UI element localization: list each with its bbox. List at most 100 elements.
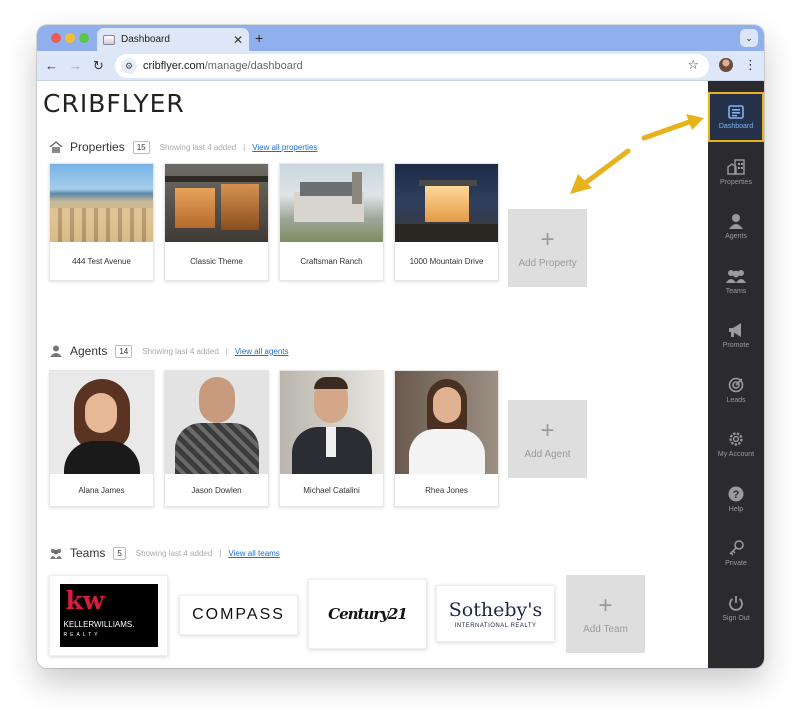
sidebar-item-promote[interactable]: Promote (708, 310, 764, 360)
agent-photo (165, 371, 268, 474)
tab-strip: Dashboard ✕ + ⌄ (37, 25, 764, 51)
properties-count-badge: 15 (132, 140, 150, 154)
gear-icon (729, 431, 743, 446)
sothebys-sub: INTERNATIONAL REALTY (454, 622, 537, 629)
url-domain: cribflyer.com (143, 60, 205, 72)
team-card-century21[interactable]: Century21 (308, 579, 427, 649)
sidebar-item-sign-out[interactable]: Sign Out (708, 583, 764, 633)
view-all-teams-link[interactable]: View all teams (228, 549, 279, 558)
sidebar-item-label: Properties (720, 178, 752, 186)
separator: | (225, 346, 228, 356)
new-tab-button[interactable]: + (255, 30, 263, 46)
agents-header: Agents 14 Showing last 4 added | View al… (49, 343, 289, 359)
agent-card[interactable]: Alana James (49, 370, 154, 507)
add-team-button[interactable]: + Add Team (566, 575, 645, 653)
property-card[interactable]: 444 Test Avenue (49, 163, 154, 281)
add-team-label: Add Team (583, 623, 628, 635)
agent-name: Jason Dowlen (191, 485, 242, 495)
agents-showing-text: Showing last 4 added (142, 346, 219, 356)
tab-close-icon[interactable]: ✕ (233, 33, 243, 47)
minimize-window-button[interactable] (65, 33, 75, 43)
tab-search-icon[interactable]: ⌄ (740, 29, 758, 47)
agent-photo (280, 371, 383, 474)
megaphone-icon (729, 322, 741, 337)
svg-text:?: ? (733, 489, 740, 501)
keller-williams-logo: kw KELLERWILLIAMS. REALTY (59, 584, 158, 647)
url-path: /manage/dashboard (204, 60, 303, 72)
sidebar-item-leads[interactable]: Leads (708, 365, 764, 415)
sidebar-item-label: My Account (717, 450, 755, 458)
cribflyer-logo[interactable]: CRIBFLYER (43, 89, 185, 118)
address-bar[interactable]: ⚙ cribflyer.com/manage/dashboard ☆ (115, 54, 709, 78)
kw-name: KELLERWILLIAMS. (63, 620, 135, 629)
sidebar-item-help[interactable]: ? Help (708, 474, 764, 524)
separator: | (219, 548, 222, 558)
property-card[interactable]: 1000 Mountain Drive (394, 163, 499, 281)
plus-icon: + (540, 225, 555, 253)
tab-title: Dashboard (121, 34, 170, 45)
property-name: 444 Test Avenue (72, 256, 131, 266)
back-icon[interactable]: ← (45, 58, 58, 73)
add-property-button[interactable]: + Add Property (508, 209, 587, 287)
agent-card[interactable]: Michael Catalini (279, 370, 384, 507)
plus-icon: + (540, 416, 555, 444)
building-icon (727, 158, 745, 175)
reload-icon[interactable]: ↻ (93, 58, 104, 74)
sidebar-item-properties[interactable]: Properties (708, 147, 764, 197)
profile-avatar-icon[interactable] (719, 58, 733, 72)
sidebar-item-my-account[interactable]: My Account (708, 419, 764, 469)
property-name: Classic Theme (190, 256, 243, 266)
properties-header: Properties 15 Showing last 4 added | Vie… (49, 139, 317, 155)
separator: | (243, 142, 246, 152)
add-agent-button[interactable]: + Add Agent (508, 400, 587, 478)
sidebar-item-label: Agents (725, 232, 747, 240)
key-icon (729, 539, 744, 556)
team-card-sothebys[interactable]: Sotheby's INTERNATIONAL REALTY (436, 585, 555, 642)
sidebar-item-teams[interactable]: Teams (708, 256, 764, 306)
agent-card[interactable]: Jason Dowlen (164, 370, 269, 507)
sidebar-item-agents[interactable]: Agents (708, 201, 764, 251)
sidebar-item-dashboard[interactable]: Dashboard (708, 92, 764, 142)
add-property-label: Add Property (518, 257, 577, 269)
teams-count-badge: 5 (113, 546, 126, 560)
browser-menu-icon[interactable]: ⋮ (744, 57, 757, 73)
forward-icon[interactable]: → (69, 58, 82, 73)
property-name: Craftsman Ranch (300, 256, 363, 266)
close-window-button[interactable] (51, 33, 61, 43)
person-icon (50, 345, 62, 357)
property-photo (280, 164, 383, 242)
property-card[interactable]: Craftsman Ranch (279, 163, 384, 281)
agent-card[interactable]: Rhea Jones (394, 370, 499, 507)
agents-count-badge: 14 (115, 344, 133, 358)
team-card-keller-williams[interactable]: kw KELLERWILLIAMS. REALTY (49, 575, 168, 656)
maximize-window-button[interactable] (79, 33, 89, 43)
sothebys-logo: Sotheby's (448, 598, 543, 621)
group-icon (726, 269, 746, 283)
view-all-properties-link[interactable]: View all properties (252, 143, 317, 152)
property-photo (50, 164, 153, 242)
arrow-to-add-property-icon (570, 148, 631, 194)
agent-name: Michael Catalini (303, 485, 360, 495)
add-agent-label: Add Agent (524, 448, 571, 460)
dashboard-icon (728, 104, 744, 119)
agents-title: Agents (70, 344, 108, 358)
sidebar-item-private[interactable]: Private (708, 528, 764, 578)
bookmark-star-icon[interactable]: ☆ (687, 57, 699, 73)
agent-name: Alana James (78, 485, 125, 495)
property-card[interactable]: Classic Theme (164, 163, 269, 281)
home-icon (49, 141, 63, 153)
tab-dashboard[interactable]: Dashboard ✕ (97, 28, 249, 51)
century21-logo: Century21 (328, 605, 408, 623)
view-all-agents-link[interactable]: View all agents (235, 347, 289, 356)
plus-icon: + (598, 591, 613, 619)
site-info-icon[interactable]: ⚙ (121, 58, 137, 74)
sidebar-item-label: Private (725, 559, 747, 567)
agent-photo (395, 371, 498, 474)
sidebar-item-label: Teams (725, 287, 747, 295)
person-icon (729, 213, 743, 229)
team-card-compass[interactable]: COMPASS (179, 595, 298, 635)
target-icon (728, 377, 744, 392)
help-icon: ? (728, 486, 744, 501)
compass-logo: COMPASS (192, 606, 285, 623)
teams-title: Teams (70, 546, 106, 560)
